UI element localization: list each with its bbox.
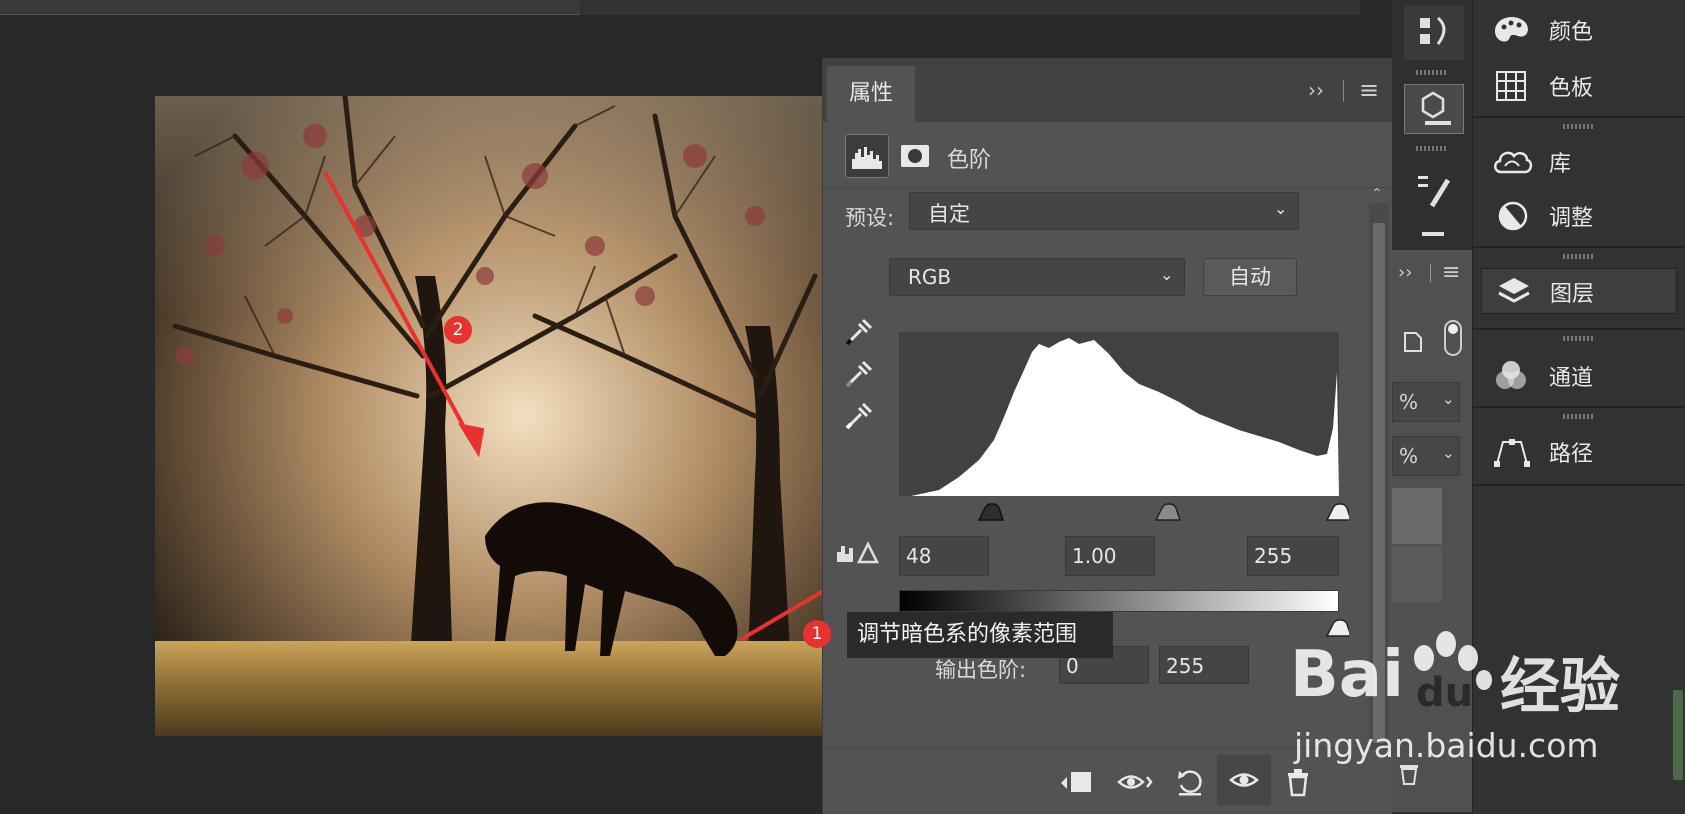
- panel-item-label: 图层: [1550, 282, 1595, 307]
- panel-menu-icon[interactable]: ≡: [1442, 260, 1460, 285]
- clone-stamp-icon: [1422, 232, 1444, 236]
- view-previous-state-icon[interactable]: [1117, 769, 1153, 799]
- panel-item-paths[interactable]: 路径: [1473, 424, 1685, 480]
- panel-item-label: 颜色: [1549, 20, 1594, 45]
- history-panel-button[interactable]: [1404, 6, 1464, 60]
- channel-value: RGB: [908, 265, 952, 289]
- auto-button[interactable]: 自动: [1203, 258, 1297, 296]
- annotation-badge-1: 1: [803, 620, 831, 648]
- baidu-jingyan-watermark: Bai du 经验 jingyan.baidu.com: [1290, 628, 1685, 778]
- tab-properties[interactable]: 属性: [827, 66, 915, 122]
- brush-settings-button[interactable]: [1404, 166, 1464, 216]
- levels-histogram-icon[interactable]: [845, 134, 889, 178]
- clipping-warning-icon[interactable]: [835, 536, 880, 570]
- chevron-down-icon: ⌄: [1274, 199, 1288, 218]
- preset-value: 自定: [928, 202, 970, 226]
- panel-item-layers[interactable]: 图层: [1481, 268, 1677, 314]
- arrow-2: [323, 171, 472, 439]
- layer-mask-icon[interactable]: [893, 134, 937, 178]
- palette-icon: [1495, 17, 1528, 42]
- preset-dropdown[interactable]: 自定 ⌄: [909, 192, 1299, 230]
- input-level-sliders[interactable]: [899, 498, 1349, 524]
- panel-item-label: 调整: [1549, 206, 1594, 231]
- libraries-cloud-icon: [1494, 151, 1533, 174]
- arrow-2-head: [457, 423, 485, 458]
- annotation-badge-2: 2: [444, 316, 472, 344]
- panel-expand-icon[interactable]: ››: [1398, 262, 1412, 283]
- lock-pixels-icon[interactable]: [1402, 330, 1424, 358]
- input-white-field[interactable]: 255: [1247, 536, 1339, 576]
- clip-to-layer-icon[interactable]: [1059, 769, 1093, 799]
- channel-dropdown[interactable]: RGB ⌄: [889, 258, 1185, 296]
- scroll-up-icon[interactable]: ⌃: [1371, 186, 1383, 202]
- panel-item-label: 库: [1549, 152, 1572, 177]
- layer-thumbnail[interactable]: [1392, 488, 1442, 544]
- gray-point-eyedropper-icon[interactable]: [841, 356, 875, 394]
- panel-item-label: 色板: [1549, 76, 1594, 101]
- visibility-toggle[interactable]: [1217, 755, 1271, 805]
- swatches-grid-icon: [1496, 71, 1526, 101]
- layers-icon: [1498, 278, 1530, 303]
- cube-icon: [1421, 91, 1451, 125]
- white-input-slider-icon: [1325, 503, 1349, 521]
- watermark-brand-right: 经验: [1500, 652, 1620, 722]
- photoshop-workspace: 2 属性 ›› ≡ 色阶 预设: 自定 ⌄ RGB ⌄ 自动 48 1.00 2…: [0, 0, 1685, 814]
- adjustment-type-row: 色阶: [823, 122, 1393, 188]
- input-black-field[interactable]: 48: [899, 536, 989, 576]
- output-levels-label: 输出色阶:: [935, 658, 1027, 682]
- clone-source-button[interactable]: [1404, 222, 1464, 246]
- levels-histogram: [899, 332, 1339, 496]
- layer-thumbnail[interactable]: [1392, 546, 1442, 602]
- panel-item-label: 通道: [1549, 366, 1594, 391]
- paths-icon: [1494, 439, 1530, 467]
- panel-menu-icon[interactable]: ≡: [1359, 76, 1379, 104]
- adjustment-type-label: 色阶: [947, 148, 992, 173]
- preset-label: 预设:: [845, 206, 895, 230]
- brush-icon: [1418, 176, 1451, 208]
- adjustments-half-circle-icon: [1498, 201, 1528, 231]
- chevron-down-icon: ⌄: [1160, 265, 1174, 284]
- watermark-brand-du: du: [1416, 670, 1474, 716]
- toggle-switch[interactable]: [1444, 320, 1462, 356]
- panel-item-channels[interactable]: 通道: [1473, 348, 1685, 404]
- reset-icon[interactable]: [1175, 767, 1205, 801]
- 3d-panel-button[interactable]: [1404, 84, 1464, 134]
- eye-icon: [1229, 773, 1259, 787]
- panel-item-color[interactable]: 颜色: [1473, 2, 1685, 58]
- output-gradient-bar: [899, 590, 1339, 612]
- black-input-slider-icon: [977, 503, 1005, 521]
- channels-icon: [1496, 361, 1526, 389]
- chevron-down-icon[interactable]: ⌄: [1442, 444, 1455, 462]
- annotation-tooltip: 调节暗色系的像素范围: [847, 612, 1113, 658]
- input-gamma-field[interactable]: 1.00: [1065, 536, 1155, 576]
- black-point-eyedropper-icon[interactable]: [841, 314, 875, 352]
- output-white-field[interactable]: 255: [1159, 646, 1249, 684]
- history-icon: [1420, 16, 1446, 45]
- header-divider: [1430, 264, 1431, 282]
- gamma-input-slider-icon: [1154, 503, 1182, 521]
- white-point-eyedropper-icon[interactable]: [841, 398, 875, 436]
- header-divider: [1343, 80, 1344, 102]
- panel-item-label: 路径: [1549, 442, 1594, 467]
- panel-item-libraries[interactable]: 库: [1473, 134, 1685, 190]
- panel-item-swatches[interactable]: 色板: [1473, 58, 1685, 114]
- properties-panel-header: 属性 ›› ≡: [823, 58, 1393, 122]
- panel-item-adjustments[interactable]: 调整: [1473, 188, 1685, 244]
- watermark-url: jingyan.baidu.com: [1294, 726, 1599, 765]
- chevron-down-icon[interactable]: ⌄: [1442, 390, 1455, 408]
- watermark-brand-left: Bai: [1290, 638, 1404, 712]
- panel-expand-icon[interactable]: ››: [1308, 78, 1324, 102]
